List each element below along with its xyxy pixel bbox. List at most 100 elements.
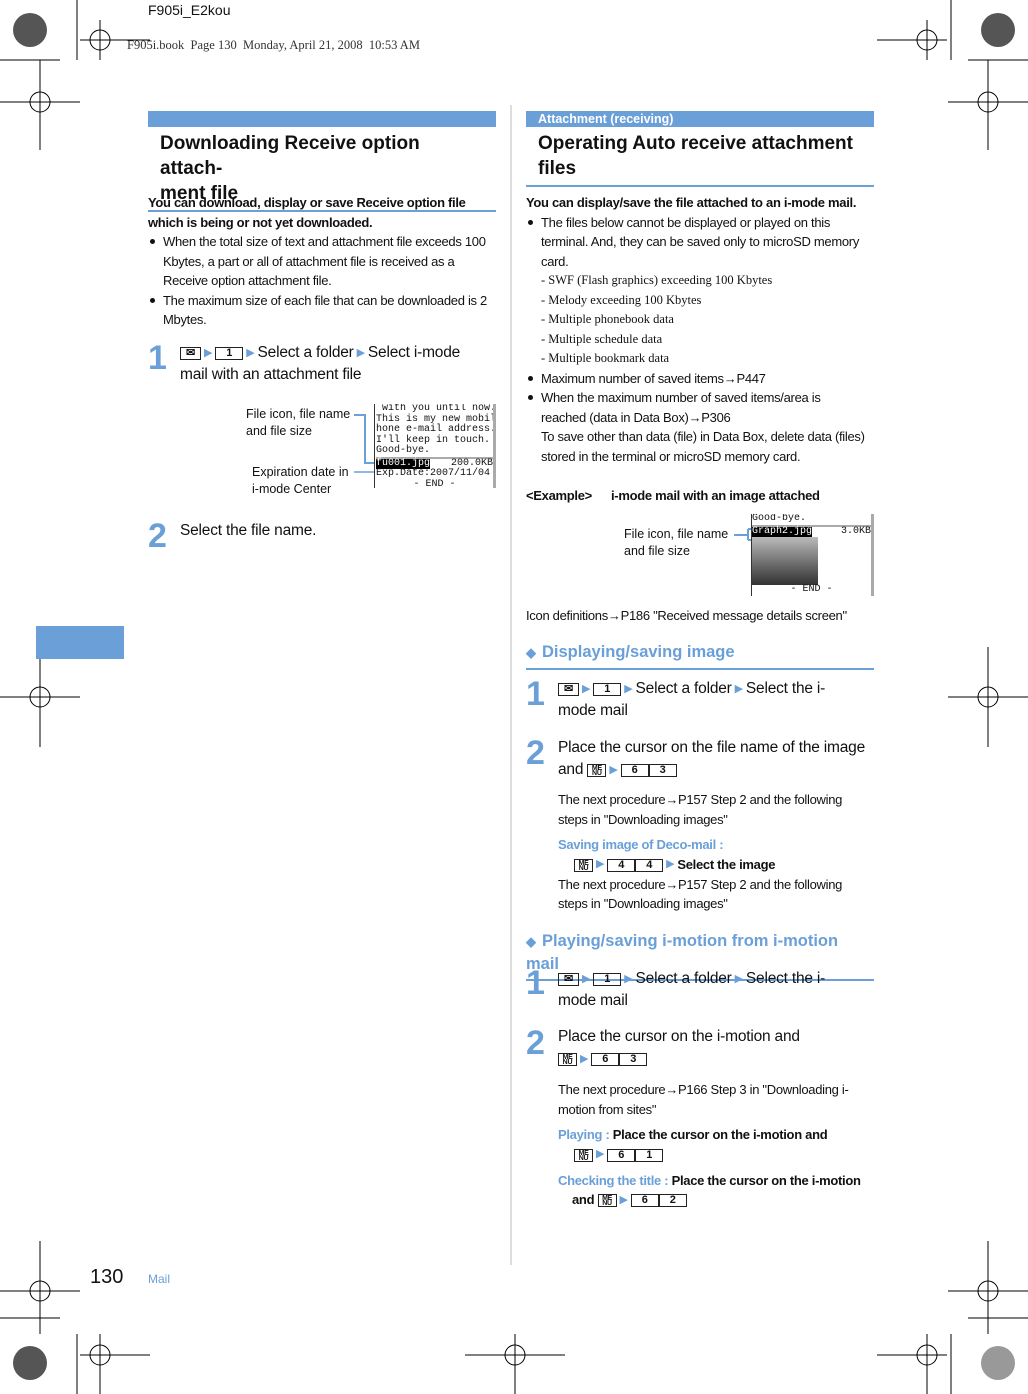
arrow-icon: ▶: [356, 347, 365, 359]
text: mode mail: [558, 702, 628, 720]
file-row: Graph2.jpg 3.0KB: [752, 524, 871, 537]
file-size: 3.0KB: [840, 525, 871, 537]
bullet: When the total size of text and attachme…: [148, 232, 508, 291]
end-marker: - END -: [790, 584, 833, 595]
line: card.: [541, 253, 569, 269]
line: Expiration date in: [252, 465, 349, 479]
line: steps in "Downloading images": [558, 896, 728, 912]
mail-key-icon: ✉: [558, 682, 579, 696]
line: When the maximum number of saved items/a…: [541, 390, 821, 405]
arrow-icon: ▶: [734, 683, 743, 695]
step-number: 1: [148, 339, 167, 377]
text: Select a folder: [257, 344, 354, 362]
line: reached (data in Data Box)→P306: [541, 409, 731, 425]
line: steps in "Downloading images": [558, 811, 728, 827]
left-body: You can download, display or save Receiv…: [148, 193, 508, 330]
text: Select the i-: [745, 680, 826, 698]
dash-list: - SWF (Flash graphics) exceeding 100 Kby…: [541, 271, 886, 369]
right-body: You can display/save the file attached t…: [526, 193, 886, 466]
arrow-icon: ▶: [580, 1053, 589, 1065]
step-number: 1: [526, 675, 545, 713]
label: Checking the title :: [558, 1172, 669, 1188]
arrow-icon: ▶: [582, 973, 591, 985]
label: Playing :: [558, 1127, 610, 1142]
mail-key-icon: ✉: [180, 346, 201, 360]
section-name: Mail: [148, 1272, 171, 1286]
line: Good-bye.: [376, 445, 431, 456]
arrow-icon: ▶: [734, 973, 743, 985]
exp-date: Exp.Date:2007/11/04: [376, 468, 491, 479]
arrow-icon: ▶: [624, 973, 633, 985]
dash-item: - Melody exceeding 100 Kbytes: [541, 292, 702, 307]
text: Select i-mode: [367, 344, 461, 362]
diamond-icon: ◆: [526, 934, 536, 949]
phone-screen: with you until now.This is my new mobile…: [374, 404, 496, 488]
text: and: [572, 1192, 595, 1208]
right-section-header: Attachment (receiving) Operating Auto re…: [526, 111, 874, 187]
line: stored in the terminal or microSD memory…: [541, 448, 801, 464]
dash-item: - Multiple phonebook data: [541, 312, 674, 326]
arrow-icon: ▶: [619, 1194, 628, 1207]
arrow-icon: ▶: [624, 683, 633, 695]
arrow-icon: ▶: [596, 858, 605, 871]
dash-item: - Multiple bookmark data: [541, 351, 670, 365]
right-title: Operating Auto receive attachment files: [526, 127, 874, 187]
text: Select the i-: [745, 970, 826, 988]
mail-key-icon: ✉: [558, 972, 579, 986]
key-icon: 3: [619, 1052, 648, 1066]
menu-key-icon: ME NU: [587, 763, 607, 777]
bullet: The files below cannot be displayed or p…: [526, 213, 886, 369]
intro-line: which is being or not yet downloaded.: [148, 214, 373, 230]
key-icon: 1: [593, 972, 622, 986]
text: Select a folder: [635, 680, 732, 698]
key-icon: 6: [607, 1148, 636, 1162]
intro-line: You can download, display or save Receiv…: [148, 195, 466, 210]
line: The maximum size of each file that can b…: [163, 292, 487, 308]
text: Place the cursor on the i-motion: [671, 1172, 861, 1188]
playing-keys: ME NU ▶ 6 1: [558, 1145, 878, 1165]
step-text: ✉ ▶ 1 ▶ Select a folder ▶ Select i-mode mail wi…: [180, 342, 510, 386]
line: The next procedure→P166 Step 3 in "Downl…: [558, 1082, 849, 1097]
arrow-icon: ▶: [596, 1148, 605, 1161]
line: with you until now.: [376, 404, 496, 414]
key-icon: 6: [620, 763, 649, 777]
title-line: Operating Auto receive attachment: [538, 133, 853, 154]
arrow-icon: ▶: [246, 347, 255, 359]
line: The files below cannot be displayed or p…: [541, 214, 831, 230]
key-icon: 6: [591, 1052, 620, 1066]
key-icon: 1: [215, 346, 244, 360]
line: and file size: [246, 424, 313, 438]
menu-key-icon: ME NU: [597, 1194, 617, 1208]
intro: You can display/save the file attached t…: [526, 195, 857, 210]
bullet: Maximum number of saved items→P447: [526, 369, 886, 389]
page-number: 130: [90, 1266, 124, 1288]
key-icon: 1: [593, 682, 622, 696]
key-icon: 3: [648, 763, 677, 777]
note: The next procedure→P166 Step 3 in "Downl…: [558, 1080, 878, 1211]
step-number: 2: [526, 1024, 545, 1062]
key-icon: 1: [635, 1148, 664, 1162]
title-keys: and ME NU ▶ 6 2: [558, 1190, 878, 1210]
line: i-mode Center: [252, 482, 332, 496]
left-header-bar: [148, 111, 496, 127]
title-line: files: [538, 158, 577, 179]
text: Place the cursor on the i-motion and: [612, 1127, 828, 1142]
arrow-icon: ▶: [582, 683, 591, 695]
step-number: 2: [148, 517, 167, 555]
subsection-title: ◆ Displaying/saving image: [526, 641, 874, 670]
text: mode mail: [558, 992, 628, 1010]
line: The next procedure→P157 Step 2 and the f…: [558, 876, 843, 892]
step-number: 2: [526, 734, 545, 772]
menu-key-icon: ME NU: [558, 1052, 577, 1066]
line: Mbytes.: [163, 312, 207, 327]
key-icon: 4: [635, 858, 664, 872]
line: The next procedure→P157 Step 2 and the f…: [558, 792, 843, 807]
menu-key-icon: ME NU: [574, 858, 593, 872]
playing-op: Playing : Place the cursor on the i-moti…: [558, 1125, 878, 1145]
end-marker: - END -: [413, 478, 456, 488]
note: The next procedure→P157 Step 2 and the f…: [558, 790, 878, 914]
step-text: Place the cursor on the file name of the…: [558, 737, 878, 781]
icon-definitions: Icon definitions→P186 "Received message …: [526, 608, 847, 623]
step-text: ✉ ▶ 1 ▶ Select a folder ▶ Select the i-mode ma…: [558, 968, 878, 1012]
text: Select a folder: [635, 970, 732, 988]
